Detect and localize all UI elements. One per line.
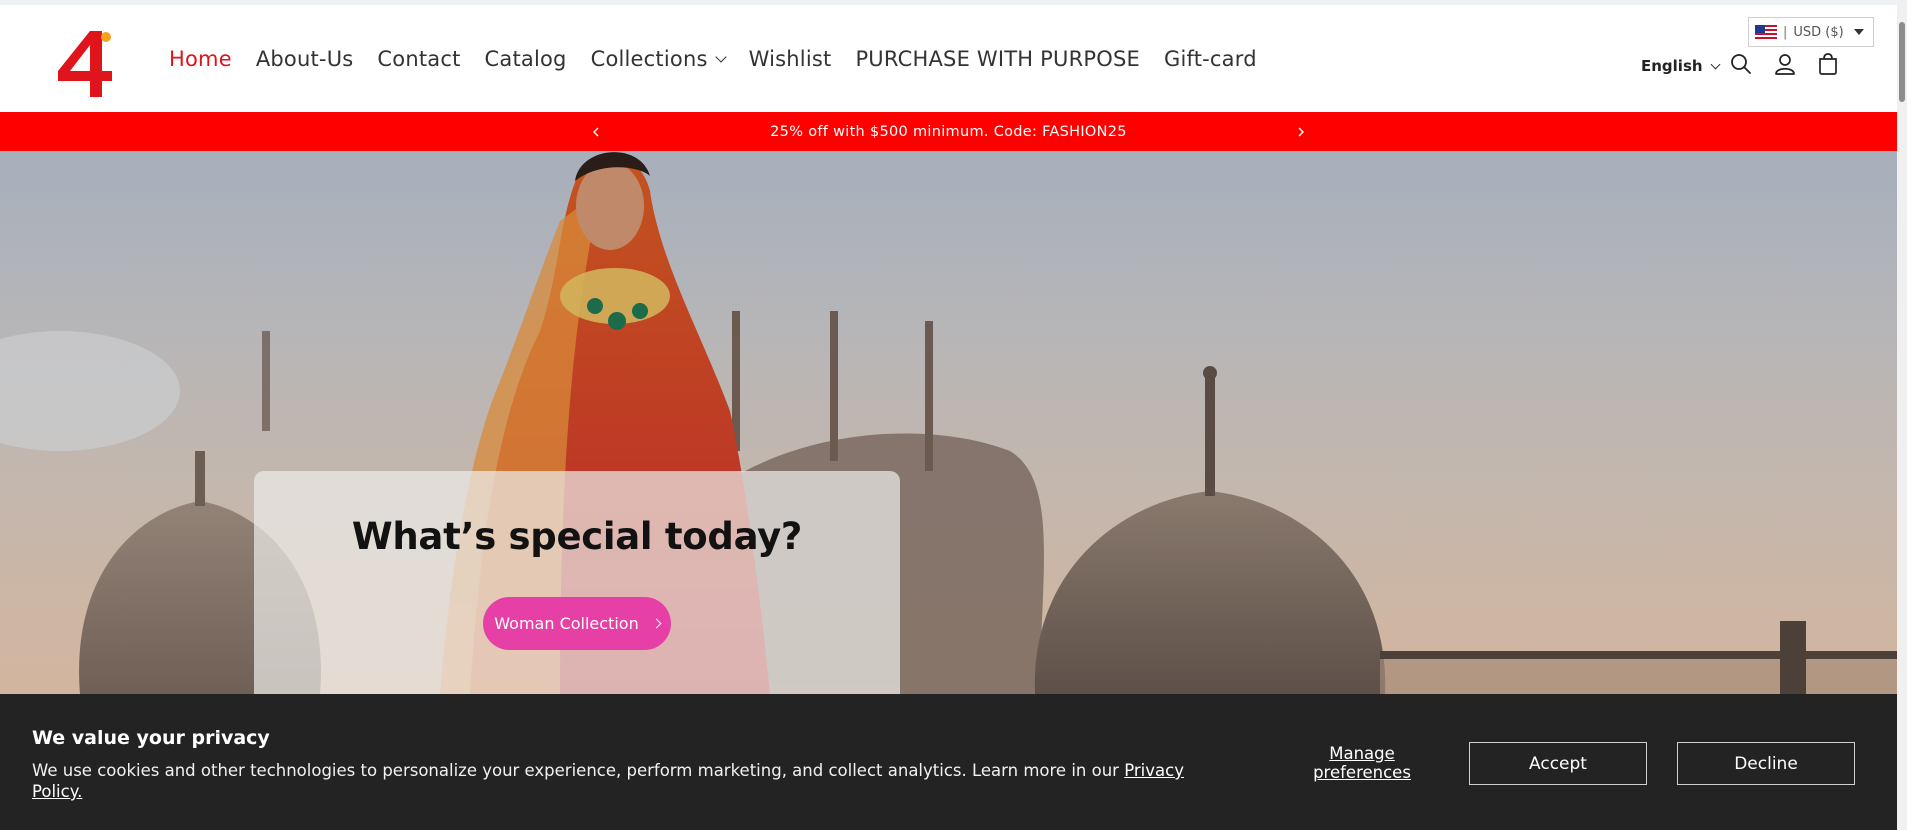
- hero-content-card: What’s special today? Woman Collection: [254, 471, 900, 694]
- nav-about-us[interactable]: About-Us: [256, 47, 354, 71]
- main-navigation: Home About-Us Contact Catalog Collection…: [169, 47, 1281, 71]
- announcement-text: 25% off with $500 minimum. Code: FASHION…: [770, 123, 1127, 140]
- announcement-prev-button[interactable]: [589, 124, 603, 138]
- cookie-consent-banner: We value your privacy We use cookies and…: [0, 694, 1897, 830]
- cart-icon: [1819, 53, 1837, 75]
- chevron-right-icon: [651, 618, 662, 629]
- cookie-description: We use cookies and other technologies to…: [32, 760, 1212, 802]
- woman-collection-label: Woman Collection: [494, 614, 639, 633]
- page-scrollbar[interactable]: [1897, 0, 1907, 830]
- cookie-title: We value your privacy: [32, 727, 270, 749]
- brand-logo[interactable]: [54, 27, 122, 99]
- decline-button[interactable]: Decline: [1677, 742, 1855, 785]
- language-selector[interactable]: English: [1641, 57, 1721, 75]
- woman-collection-button[interactable]: Woman Collection: [483, 597, 671, 650]
- accept-button[interactable]: Accept: [1469, 742, 1647, 785]
- nav-wishlist[interactable]: Wishlist: [749, 47, 832, 71]
- hero-banner: What’s special today? Woman Collection: [0, 151, 1897, 694]
- us-flag-icon: [1755, 25, 1777, 39]
- currency-selector[interactable]: | USD ($): [1748, 17, 1874, 47]
- cookie-text: We use cookies and other technologies to…: [32, 761, 1119, 780]
- nav-gift-card[interactable]: Gift-card: [1164, 47, 1257, 71]
- chevron-down-icon: [714, 51, 727, 63]
- currency-label: USD ($): [1793, 24, 1844, 40]
- nav-catalog[interactable]: Catalog: [485, 47, 567, 71]
- announcement-bar: 25% off with $500 minimum. Code: FASHION…: [0, 112, 1897, 151]
- account-button[interactable]: [1772, 51, 1798, 77]
- search-button[interactable]: [1728, 51, 1754, 77]
- nav-home[interactable]: Home: [169, 47, 232, 71]
- nav-collections-label: Collections: [590, 47, 708, 71]
- nav-about-us-label: About-Us: [255, 47, 354, 71]
- nav-catalog-label: Catalog: [484, 47, 567, 71]
- site-header: Home About-Us Contact Catalog Collection…: [0, 5, 1897, 112]
- nav-home-label: Home: [169, 47, 232, 71]
- nav-contact-label: Contact: [377, 47, 461, 71]
- nav-contact[interactable]: Contact: [377, 47, 460, 71]
- currency-separator: |: [1783, 24, 1788, 40]
- nav-gift-card-label: Gift-card: [1163, 47, 1257, 71]
- account-icon: [1775, 54, 1795, 75]
- search-icon: [1731, 54, 1751, 74]
- nav-wishlist-label: Wishlist: [748, 47, 832, 71]
- chevron-down-icon: [1710, 59, 1721, 69]
- announcement-next-button[interactable]: [1294, 124, 1308, 138]
- caret-down-icon: [1853, 29, 1864, 35]
- language-label: English: [1641, 57, 1703, 75]
- nav-purchase-with-purpose-label: PURCHASE WITH PURPOSE: [855, 47, 1140, 71]
- hero-title: What’s special today?: [351, 515, 803, 558]
- scrollbar-thumb[interactable]: [1899, 22, 1905, 102]
- cart-button[interactable]: [1815, 51, 1841, 77]
- nav-purchase-with-purpose[interactable]: PURCHASE WITH PURPOSE: [855, 47, 1140, 71]
- chevron-right-icon: [1298, 127, 1304, 137]
- nav-collections[interactable]: Collections: [590, 47, 727, 71]
- chevron-left-icon: [593, 127, 599, 137]
- manage-preferences-link[interactable]: Manage preferences: [1306, 744, 1418, 782]
